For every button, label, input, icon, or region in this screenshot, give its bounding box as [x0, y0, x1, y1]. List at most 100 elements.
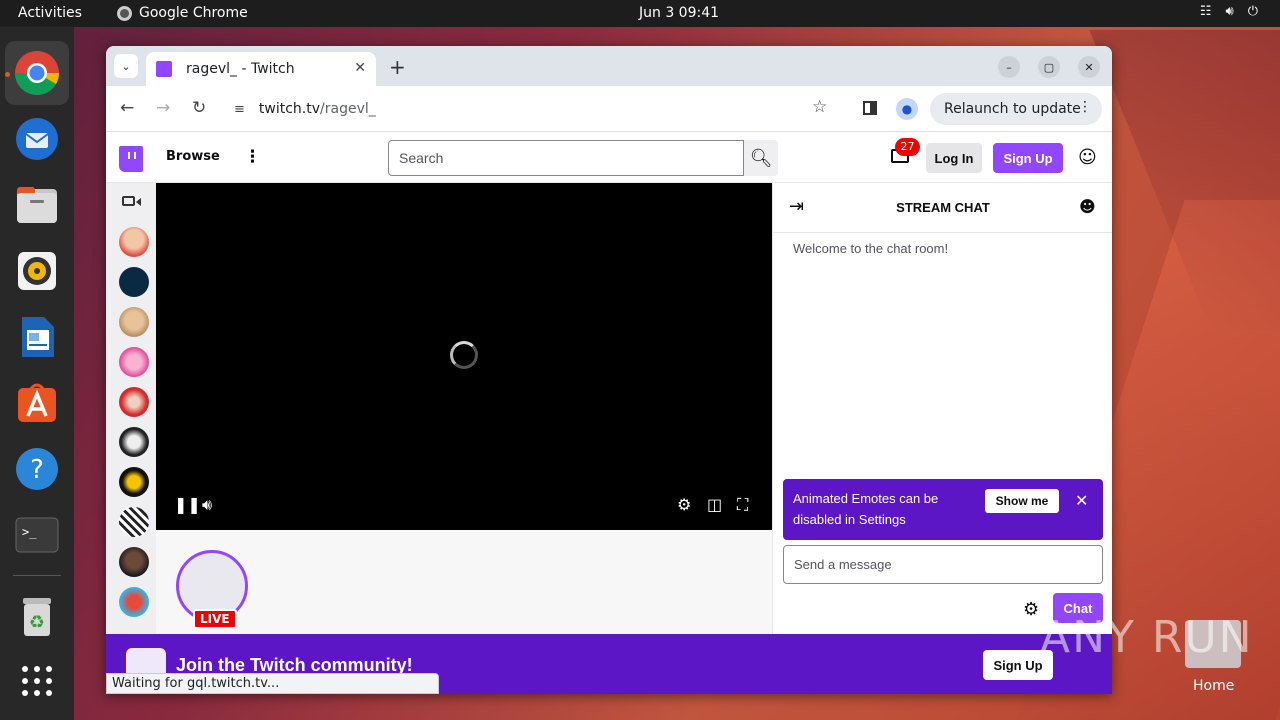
channel-avatar[interactable]: [119, 427, 149, 457]
more-options-icon[interactable]: ⋮: [244, 147, 261, 167]
pause-icon[interactable]: ❚❚: [174, 495, 201, 514]
channel-info: LIVE: [156, 530, 772, 634]
url-path: /ragevl_: [320, 101, 376, 117]
clock[interactable]: Jun 3 09:41: [639, 5, 719, 21]
search-input[interactable]: Search: [388, 140, 744, 176]
rhythmbox-icon: [18, 252, 56, 290]
app-name: Google Chrome: [139, 5, 248, 21]
channel-avatar[interactable]: [119, 347, 149, 377]
stream-chat: ⇥ STREAM CHAT ☻ Welcome to the chat room…: [772, 183, 1112, 634]
status-bubble: Waiting for gql.twitch.tv...: [106, 673, 439, 694]
dock-terminal[interactable]: >_: [13, 511, 61, 559]
help-icon: ?: [16, 448, 58, 490]
theatre-mode-icon[interactable]: ◫: [707, 495, 722, 514]
reload-icon[interactable]: ↻: [192, 98, 206, 118]
dock-help[interactable]: ?: [13, 445, 61, 493]
chrome-icon: [15, 51, 59, 95]
user-menu-icon[interactable]: ☺: [1078, 147, 1097, 168]
watermark: ANY RUN: [1040, 612, 1254, 663]
relaunch-to-update-button[interactable]: Relaunch to update ⋮: [930, 93, 1102, 125]
activities-button[interactable]: Activities: [18, 5, 82, 21]
terminal-icon: >_: [15, 517, 59, 553]
dock-trash[interactable]: ♻: [13, 593, 61, 641]
live-badge: LIVE: [193, 609, 237, 629]
dock-show-apps[interactable]: [13, 657, 61, 705]
more-menu-icon[interactable]: ⋮: [1078, 99, 1092, 115]
chat-header: ⇥ STREAM CHAT ☻: [773, 183, 1112, 233]
channel-avatar[interactable]: [119, 227, 149, 257]
close-icon[interactable]: ✕: [1075, 491, 1088, 510]
side-panel-icon[interactable]: [863, 101, 877, 115]
channel-avatar[interactable]: [119, 507, 149, 537]
address-bar[interactable]: ≡ twitch.tv/ragevl_: [224, 93, 844, 125]
minimize-button[interactable]: –: [998, 56, 1020, 78]
community-icon[interactable]: ☻: [1079, 197, 1096, 216]
close-window-button[interactable]: ✕: [1078, 56, 1100, 78]
new-tab-button[interactable]: +: [389, 55, 406, 79]
notice-text: Animated Emotes can be disabled in Setti…: [793, 491, 939, 527]
tab-search-button[interactable]: ⌄: [114, 54, 138, 78]
thunderbird-icon: [16, 118, 58, 160]
twitch-page: Browse ⋮ Search 🔍︎ 27 Log In Sign Up ☺ ❚…: [106, 133, 1112, 694]
dock-thunderbird[interactable]: [13, 115, 61, 163]
twitch-top-nav: Browse ⋮ Search 🔍︎ 27 Log In Sign Up ☺: [106, 133, 1112, 183]
svg-text:>_: >_: [22, 525, 37, 539]
tab-close-icon[interactable]: ✕: [354, 60, 366, 76]
channel-avatar[interactable]: [119, 387, 149, 417]
channel-avatar[interactable]: [119, 267, 149, 297]
profile-avatar-icon[interactable]: ●: [896, 98, 918, 120]
channel-avatar[interactable]: [119, 307, 149, 337]
network-icon: ☷: [1199, 4, 1212, 19]
power-icon: ⏻: [1247, 4, 1258, 19]
svg-text:?: ?: [30, 455, 44, 485]
chrome-small-icon: [117, 5, 132, 21]
relaunch-label: Relaunch to update: [944, 101, 1081, 117]
maximize-button[interactable]: ▢: [1038, 56, 1060, 78]
tab-title: ragevl_ - Twitch: [186, 61, 295, 77]
system-tray[interactable]: ☷ 🔊︎ ⏻: [1200, 4, 1258, 19]
channel-avatar[interactable]: [119, 587, 149, 617]
browser-toolbar: ← → ↻ ≡ twitch.tv/ragevl_ ☆ ● Relaunch t…: [106, 86, 1112, 132]
volume-icon[interactable]: 🔊︎: [202, 495, 212, 515]
dock-rhythmbox[interactable]: [13, 247, 61, 295]
show-me-button[interactable]: Show me: [985, 489, 1059, 513]
search-button[interactable]: 🔍︎: [744, 140, 778, 176]
login-button[interactable]: Log In: [926, 143, 982, 173]
app-menu[interactable]: Google Chrome: [117, 5, 248, 21]
signup-button[interactable]: Sign Up: [993, 143, 1063, 173]
system-top-bar: Activities Google Chrome Jun 3 09:41 ☷ 🔊…: [0, 0, 1280, 27]
chrome-window: ⌄ ragevl_ - Twitch ✕ + – ▢ ✕ ← → ↻ ≡ twi…: [106, 46, 1112, 694]
channel-avatar[interactable]: [119, 467, 149, 497]
bookmark-star-icon[interactable]: ☆: [812, 97, 827, 117]
forward-icon[interactable]: →: [156, 98, 170, 118]
svg-text:♻: ♻: [29, 612, 45, 633]
back-icon[interactable]: ←: [120, 98, 134, 118]
fullscreen-icon[interactable]: ⛶: [737, 495, 748, 515]
channel-avatar[interactable]: [119, 547, 149, 577]
twitch-logo-icon[interactable]: [119, 146, 143, 172]
app-center-icon: [18, 383, 56, 422]
apps-grid-icon: [22, 666, 52, 696]
dock-files[interactable]: [13, 181, 61, 229]
trash-icon: ♻: [23, 598, 51, 636]
volume-icon: 🔊︎: [1225, 4, 1234, 19]
chat-message-input[interactable]: Send a message: [783, 545, 1103, 584]
browse-link[interactable]: Browse: [166, 149, 220, 164]
dock-writer[interactable]: [13, 313, 61, 361]
dock-chrome[interactable]: [5, 41, 69, 105]
chevron-down-icon: ⌄: [121, 59, 131, 73]
dock-app-center[interactable]: [13, 379, 61, 427]
tab-active[interactable]: ragevl_ - Twitch ✕: [146, 52, 376, 86]
chat-title: STREAM CHAT: [896, 200, 990, 215]
video-camera-icon: [122, 196, 135, 206]
tab-strip: ⌄ ragevl_ - Twitch ✕ + – ▢ ✕: [106, 46, 1112, 86]
dock: ? >_ ♻: [0, 27, 74, 720]
chat-settings-icon[interactable]: ⚙: [1023, 599, 1039, 620]
writer-icon: [22, 317, 54, 357]
search-icon: 🔍︎: [749, 147, 773, 169]
animated-emotes-notice: Animated Emotes can be disabled in Setti…: [783, 479, 1103, 540]
video-player[interactable]: ❚❚ 🔊︎ ⚙ ◫ ⛶: [156, 183, 772, 530]
settings-gear-icon[interactable]: ⚙: [677, 495, 691, 514]
site-info-icon[interactable]: ≡: [234, 102, 245, 117]
twitch-favicon: [156, 61, 172, 77]
